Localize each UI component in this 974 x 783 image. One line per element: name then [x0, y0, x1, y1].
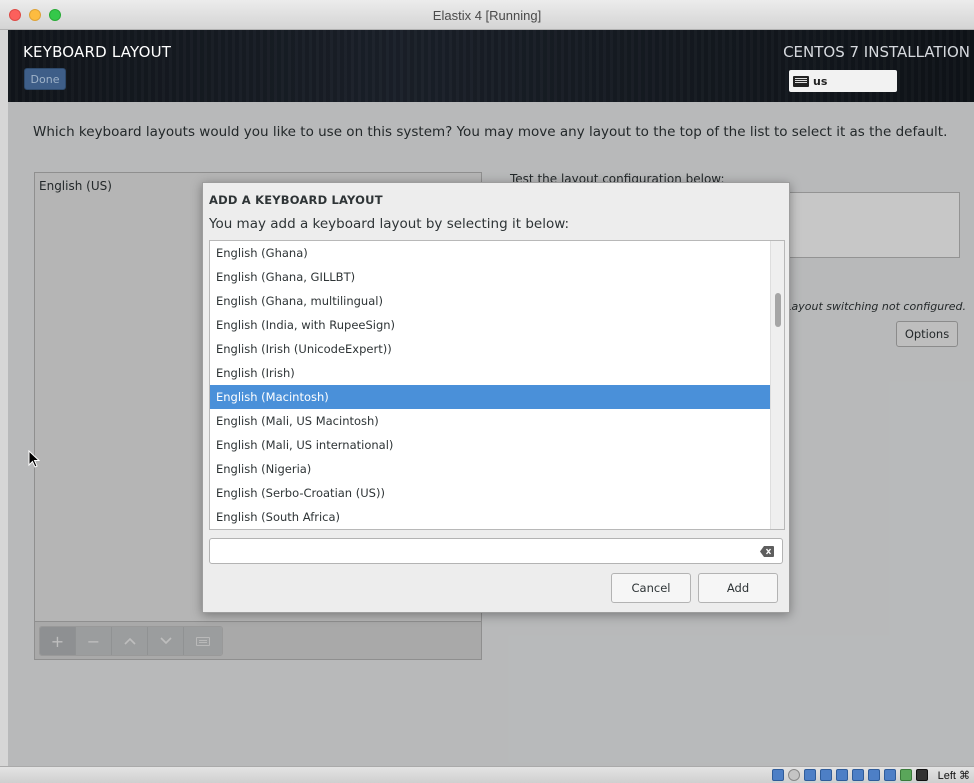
keyboard-layout-code: us [813, 74, 828, 88]
layout-option[interactable]: English (Irish (UnicodeExpert)) [210, 337, 771, 361]
layout-option[interactable]: English (Macintosh) [210, 385, 771, 409]
dialog-title: ADD A KEYBOARD LAYOUT [209, 193, 383, 207]
add-keyboard-layout-dialog: ADD A KEYBOARD LAYOUT You may add a keyb… [202, 182, 790, 613]
video-capture-icon[interactable] [884, 769, 896, 781]
done-button[interactable]: Done [24, 68, 66, 90]
layout-option[interactable]: English (Mali, US Macintosh) [210, 409, 771, 433]
layout-options-list[interactable]: English (Ghana) English (Ghana, GILLBT) En… [209, 240, 785, 530]
mouse-integration-icon[interactable] [916, 769, 928, 781]
add-button[interactable]: Add [698, 573, 778, 603]
layout-option[interactable]: English (Mali, US international) [210, 433, 771, 457]
vm-status-bar: Left ⌘ [0, 766, 974, 783]
keyboard-indicator[interactable]: us [789, 70, 897, 92]
clear-text-icon[interactable] [760, 546, 774, 557]
layout-option[interactable]: English (Nigeria) [210, 457, 771, 481]
display-icon[interactable] [852, 769, 864, 781]
window-title: Elastix 4 [Running] [432, 8, 542, 23]
layout-search-input[interactable] [214, 542, 744, 560]
hard-disk-icon[interactable] [772, 769, 784, 781]
list-scrollbar[interactable] [770, 241, 784, 529]
installer-header: KEYBOARD LAYOUT Done CENTOS 7 INSTALLATI… [8, 30, 974, 102]
optical-drive-icon[interactable] [788, 769, 800, 781]
layout-option[interactable]: English (Ghana, multilingual) [210, 289, 771, 313]
keyboard-icon [793, 75, 809, 87]
cancel-button[interactable]: Cancel [611, 573, 691, 603]
usb-icon[interactable] [820, 769, 832, 781]
window-titlebar: Elastix 4 [Running] [0, 0, 974, 30]
cpu-icon[interactable] [900, 769, 912, 781]
page-title: KEYBOARD LAYOUT [23, 43, 172, 61]
network-icon[interactable] [868, 769, 880, 781]
layout-search-field[interactable] [209, 538, 783, 564]
host-key-label: Left ⌘ [937, 770, 970, 782]
status-icons [772, 769, 928, 781]
layout-option[interactable]: English (Serbo-Croatian (US)) [210, 481, 771, 505]
mouse-cursor-icon [28, 450, 40, 468]
layout-option[interactable]: English (India, with RupeeSign) [210, 313, 771, 337]
layout-option[interactable]: English (Irish) [210, 361, 771, 385]
installation-title: CENTOS 7 INSTALLATION [783, 43, 970, 61]
scrollbar-thumb[interactable] [775, 293, 781, 327]
layout-option[interactable]: English (Ghana) [210, 241, 771, 265]
audio-icon[interactable] [804, 769, 816, 781]
layout-option[interactable]: English (Ghana, GILLBT) [210, 265, 771, 289]
shared-folders-icon[interactable] [836, 769, 848, 781]
layout-option[interactable]: English (South Africa) [210, 505, 771, 529]
dialog-subtitle: You may add a keyboard layout by selecti… [209, 216, 570, 232]
